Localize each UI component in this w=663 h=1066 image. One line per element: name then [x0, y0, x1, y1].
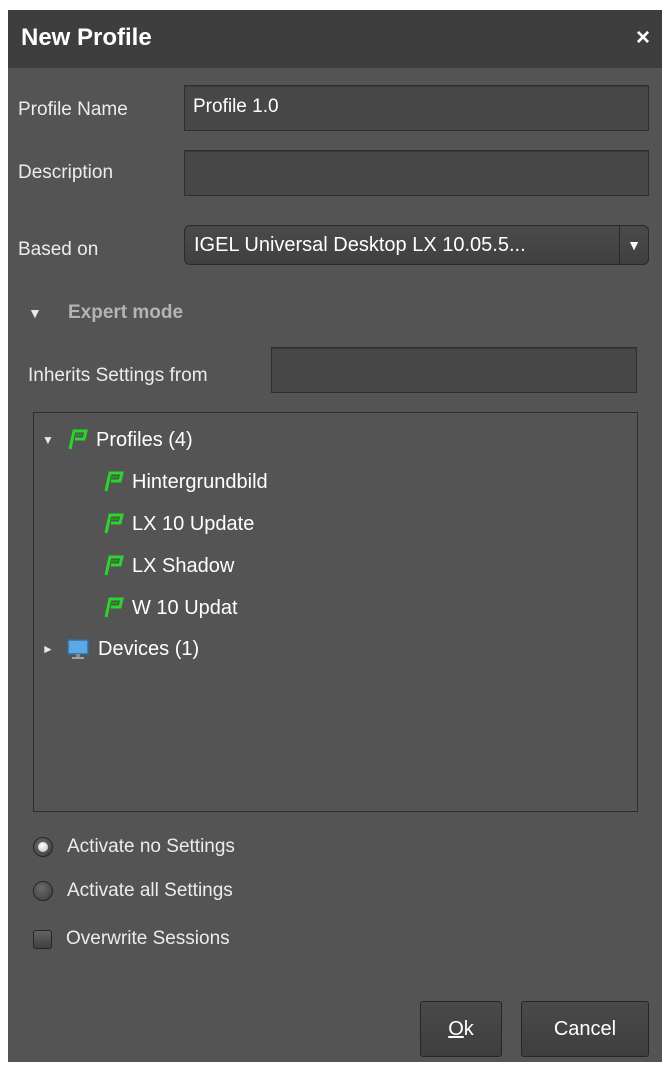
based-on-select[interactable]: IGEL Universal Desktop LX 10.05.5... ▼ [184, 225, 649, 265]
collapse-triangle-icon[interactable]: ► [42, 642, 56, 656]
profile-icon [104, 513, 124, 534]
overwrite-sessions-option[interactable]: Overwrite Sessions [33, 928, 230, 950]
tree-node-child[interactable]: W 10 Updat [102, 594, 238, 622]
dropdown-arrow-icon[interactable]: ▼ [619, 226, 648, 264]
title-bar: New Profile × [8, 10, 662, 68]
profile-name-label: Profile Name [18, 99, 128, 120]
ok-label-rest: k [463, 1017, 474, 1040]
inherits-label: Inherits Settings from [28, 365, 208, 386]
inherits-input[interactable] [271, 347, 637, 393]
tree-label: Hintergrundbild [132, 470, 268, 493]
description-label: Description [18, 162, 114, 183]
radio-button[interactable] [33, 881, 53, 901]
profile-icon [68, 429, 88, 450]
tree-label: W 10 Updat [132, 596, 238, 619]
activate-all-settings-option[interactable]: Activate all Settings [33, 880, 233, 902]
profile-icon [104, 597, 124, 618]
option-label: Activate no Settings [67, 836, 235, 857]
dialog-title: New Profile [21, 24, 152, 51]
tree-label: Profiles (4) [96, 428, 193, 451]
expert-mode-toggle[interactable]: ▼ Expert mode [28, 302, 183, 324]
profile-tree[interactable]: ▼ Profiles (4) Hintergrundbild LX 10 Upd… [33, 412, 638, 812]
tree-node-devices[interactable]: ► Devices (1) [42, 635, 199, 663]
tree-node-profiles[interactable]: ▼ Profiles (4) [42, 426, 193, 454]
profile-name-input[interactable]: Profile 1.0 [184, 85, 649, 131]
tree-node-child[interactable]: LX 10 Update [102, 510, 254, 538]
tree-label: Devices (1) [98, 637, 200, 660]
expert-mode-label: Expert mode [68, 302, 184, 323]
description-input[interactable] [184, 150, 649, 196]
expand-triangle-icon: ▼ [28, 305, 42, 321]
ok-mnemonic: O [448, 1017, 464, 1040]
checkbox[interactable] [33, 929, 52, 949]
option-label: Activate all Settings [67, 880, 233, 901]
based-on-value: IGEL Universal Desktop LX 10.05.5... [194, 234, 526, 256]
expand-triangle-icon[interactable]: ▼ [42, 433, 56, 447]
tree-node-child[interactable]: Hintergrundbild [102, 468, 268, 496]
close-icon[interactable]: × [636, 24, 650, 52]
activate-no-settings-option[interactable]: Activate no Settings [33, 836, 235, 858]
ok-button[interactable]: Ok [420, 1001, 502, 1057]
cancel-button[interactable]: Cancel [521, 1001, 649, 1057]
profile-icon [104, 555, 124, 576]
new-profile-dialog: New Profile × Profile Name Profile 1.0 D… [8, 10, 662, 1062]
based-on-label: Based on [18, 239, 99, 260]
profile-icon [104, 471, 124, 492]
tree-node-child[interactable]: LX Shadow [102, 552, 234, 580]
tree-label: LX Shadow [132, 554, 235, 577]
tree-label: LX 10 Update [132, 512, 255, 535]
radio-button-selected[interactable] [33, 837, 53, 857]
option-label: Overwrite Sessions [66, 928, 230, 949]
monitor-icon [67, 639, 89, 659]
